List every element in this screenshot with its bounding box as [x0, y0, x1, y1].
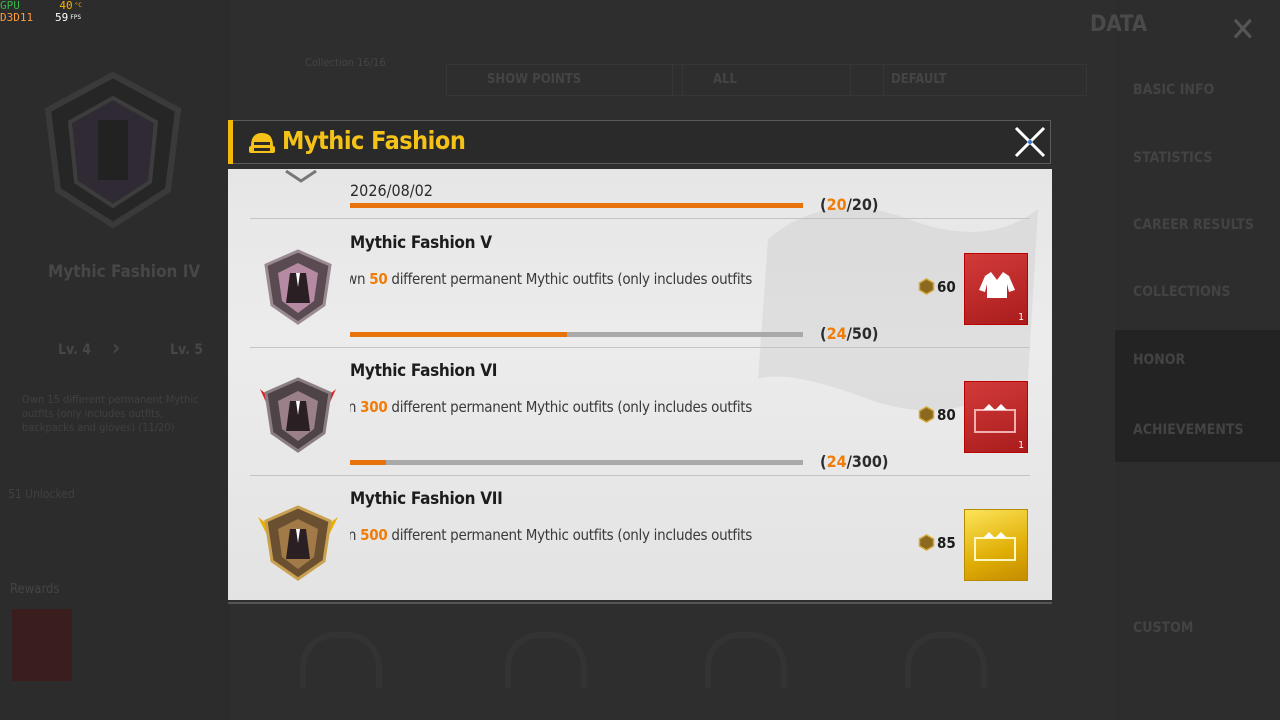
gpu-temp-unit: °C	[74, 2, 82, 9]
desc-suffix: different permanent Mythic outfits (only…	[387, 398, 752, 416]
achievement-point-icon	[918, 534, 935, 551]
progress-current: 20	[826, 195, 847, 214]
background-rewards-label: Rewards	[10, 582, 60, 597]
list-item-partial: 2026/08/02 (20/20)	[250, 169, 1030, 219]
background-filter-show-points: SHOW POINTS	[446, 64, 683, 96]
background-emblem-icon	[44, 71, 182, 229]
points-number: 85	[937, 534, 956, 552]
background-bottom-icon	[300, 632, 382, 688]
progress-count: (24/50)	[820, 324, 879, 343]
points-value: 85	[918, 534, 956, 552]
desc-prefix: wn	[350, 270, 366, 288]
progress-total: 50	[851, 324, 872, 343]
background-menu-collections: COLLECTIONS	[1133, 284, 1231, 300]
background-menu-career-results: CAREER RESULTS	[1133, 217, 1254, 233]
progress-current: 24	[826, 452, 847, 471]
background-menu-honor: HONOR	[1133, 352, 1186, 368]
desc-number: 50	[369, 270, 388, 288]
mythic-fashion-dialog: Mythic Fashion 2026/08/02 (20/20) Mythic…	[228, 118, 1052, 606]
background-level-from: Lv. 4	[58, 342, 92, 358]
background-filter-default: DEFAULT	[850, 64, 1087, 96]
item-description: wn 50 different permanent Mythic outfits…	[350, 270, 752, 290]
jacket-icon	[979, 272, 1015, 298]
background-reward-thumb	[12, 609, 72, 681]
background-bottom-icon	[705, 632, 787, 688]
progress-fill	[350, 203, 803, 208]
points-number: 80	[937, 406, 956, 424]
background-close-icon: ✕	[1230, 10, 1256, 50]
background-left-panel: Mythic Fashion IV Lv. 4 › Lv. 5 Own 15 d…	[0, 0, 230, 720]
desc-number: 500	[360, 526, 388, 544]
achievement-point-icon	[918, 406, 935, 423]
background-bottom-icon	[505, 632, 587, 688]
progress-fill	[350, 460, 387, 465]
frame-icon	[974, 404, 1016, 433]
background-level-to: Lv. 5	[170, 342, 204, 358]
progress-bar	[350, 460, 803, 465]
dialog-bottom-border	[228, 602, 1052, 604]
progress-count: (20/20)	[820, 195, 879, 214]
gold-frame-icon	[974, 532, 1016, 561]
reward-item[interactable]: 1	[964, 381, 1028, 453]
list-item[interactable]: Mythic Fashion VI n 300 different perman…	[250, 347, 1030, 476]
background-status: 51 Unlocked	[8, 487, 75, 501]
background-menu-statistics: STATISTICS	[1133, 150, 1213, 166]
background-chevron-right-icon: ›	[112, 336, 121, 361]
background-menu-basic-info: BASIC INFO	[1133, 82, 1215, 98]
item-description: n 500 different permanent Mythic outfits…	[350, 526, 752, 546]
list-item[interactable]: Mythic Fashion V wn 50 different permane…	[250, 219, 1030, 348]
desc-prefix: n	[350, 526, 357, 544]
background-collection-count: Collection 16/16	[305, 56, 386, 69]
achievement-list[interactable]: 2026/08/02 (20/20) Mythic Fashion V wn 5…	[228, 169, 1052, 600]
fps-value: 59	[55, 11, 69, 24]
reward-item[interactable]: 1	[964, 253, 1028, 325]
api-label: D3D11	[0, 11, 34, 24]
progress-bar	[350, 332, 803, 337]
background-menu-custom: CUSTOM	[1133, 620, 1194, 636]
background-title: Mythic Fashion IV	[48, 262, 201, 282]
progress-bar	[350, 203, 803, 208]
header-accent-bar	[228, 120, 233, 164]
background-data-title: DATA	[1090, 12, 1148, 37]
item-name: Mythic Fashion VI	[350, 361, 498, 381]
reward-quantity: 1	[1018, 440, 1024, 451]
progress-count: (24/300)	[820, 452, 889, 471]
fps-unit: FPS	[70, 14, 82, 21]
progress-current: 24	[826, 324, 847, 343]
performance-overlay: GPU 40 °C D3D11 59 FPS	[0, 0, 82, 24]
progress-total: 300	[851, 452, 882, 471]
item-name: Mythic Fashion V	[350, 233, 492, 253]
item-name: Mythic Fashion VII	[350, 489, 503, 509]
desc-prefix: n	[350, 398, 357, 416]
achievement-point-icon	[918, 278, 935, 295]
reward-item[interactable]	[964, 509, 1028, 581]
close-icon[interactable]	[1012, 124, 1048, 160]
desc-number: 300	[360, 398, 388, 416]
item-description: n 300 different permanent Mythic outfits…	[350, 398, 752, 418]
background-right-panel: BASIC INFO STATISTICS CAREER RESULTS COL…	[1115, 0, 1280, 720]
background-selected-section	[1115, 330, 1280, 462]
background-bottom-icon	[905, 632, 987, 688]
list-item[interactable]: Mythic Fashion VII n 500 different perma…	[250, 475, 1030, 600]
points-value: 80	[918, 406, 956, 424]
desc-suffix: different permanent Mythic outfits (only…	[387, 270, 752, 288]
desc-suffix: different permanent Mythic outfits (only…	[387, 526, 752, 544]
dialog-title: Mythic Fashion	[282, 126, 466, 155]
background-menu-achievements: ACHIEVEMENTS	[1133, 422, 1244, 438]
completion-date: 2026/08/02	[350, 181, 433, 200]
chevron-down-icon	[285, 169, 317, 183]
points-number: 60	[937, 278, 956, 296]
background-description: Own 15 different permanent Mythic outfit…	[22, 393, 199, 434]
progress-total: 20	[851, 195, 872, 214]
helmet-icon	[249, 133, 275, 153]
mythic-fashion-vii-emblem-icon	[258, 505, 338, 581]
reward-quantity: 1	[1018, 312, 1024, 323]
points-value: 60	[918, 278, 956, 296]
progress-fill	[350, 332, 568, 337]
mythic-fashion-v-emblem-icon	[264, 249, 332, 325]
mythic-fashion-vi-emblem-icon	[260, 377, 336, 453]
